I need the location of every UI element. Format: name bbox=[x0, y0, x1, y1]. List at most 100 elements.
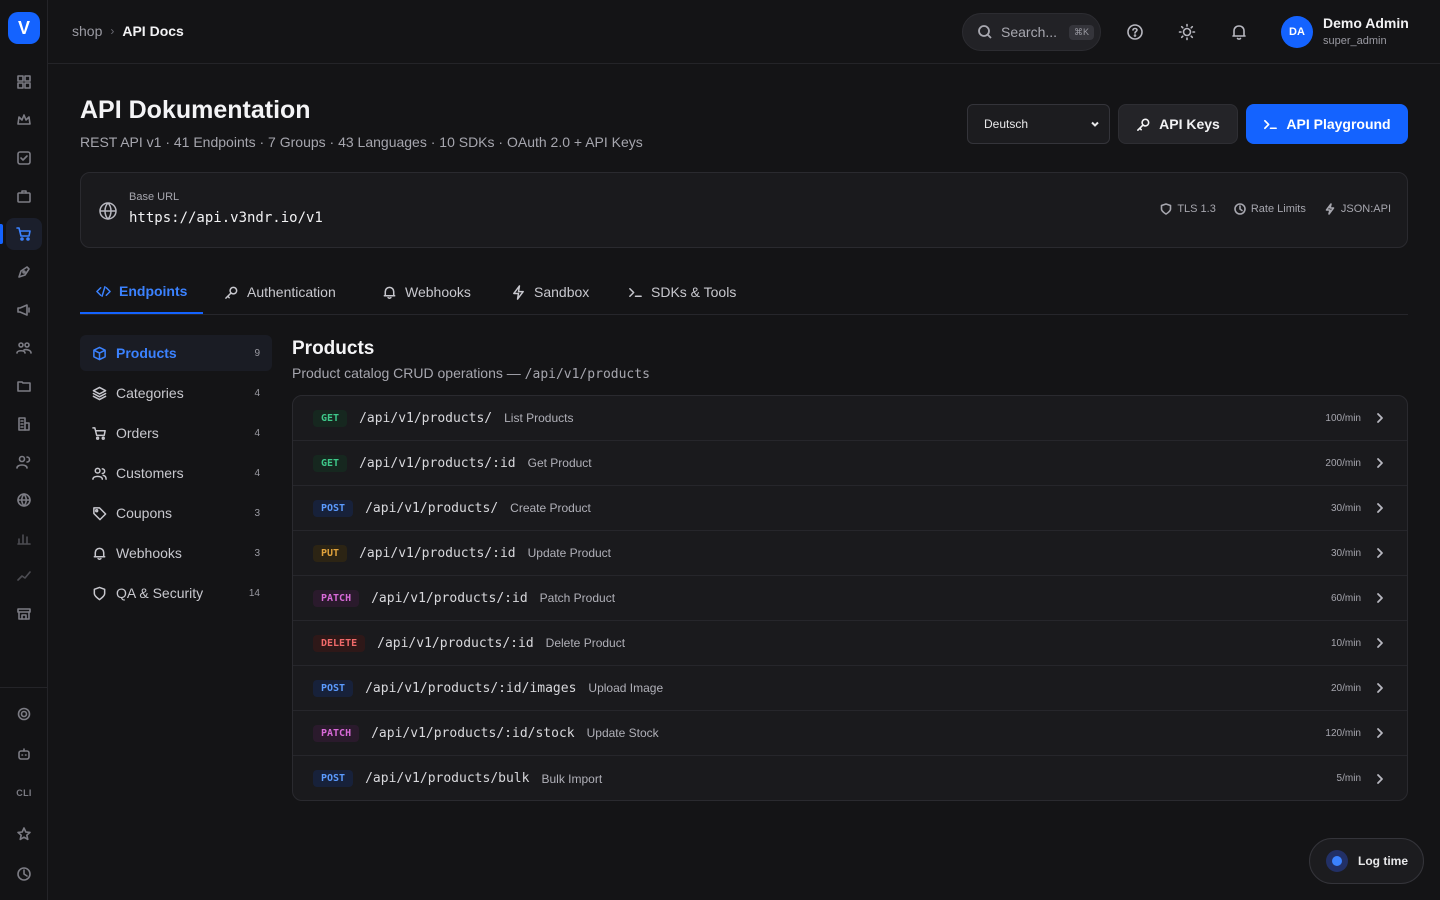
bell-icon[interactable] bbox=[1229, 22, 1249, 42]
endpoint-row[interactable]: PUT /api/v1/products/:id Update Product … bbox=[293, 531, 1407, 576]
group-item-count: 3 bbox=[254, 507, 260, 519]
method-badge: POST bbox=[313, 679, 354, 697]
tab-sandbox[interactable]: Sandbox bbox=[495, 270, 605, 314]
shield-icon bbox=[93, 586, 106, 600]
clock-icon[interactable] bbox=[14, 864, 34, 884]
check-square-icon[interactable] bbox=[14, 148, 34, 168]
chevron-right-icon bbox=[1373, 501, 1387, 515]
terminal-icon bbox=[629, 287, 642, 297]
tab-endpoints[interactable]: Endpoints bbox=[80, 270, 204, 314]
sun-icon[interactable] bbox=[1177, 22, 1197, 42]
endpoint-path: /api/v1/products/:id/images bbox=[365, 680, 577, 696]
method-badge: DELETE bbox=[313, 634, 366, 652]
method-badge: POST bbox=[313, 499, 354, 517]
sidebar-rail: V CLI bbox=[0, 0, 48, 900]
avatar[interactable]: DA bbox=[1281, 16, 1313, 48]
tab-sdks-tools[interactable]: SDKs & Tools bbox=[612, 270, 752, 314]
method-badge: GET bbox=[313, 454, 348, 472]
endpoint-path: /api/v1/products/:id/stock bbox=[371, 725, 575, 741]
globe-icon[interactable] bbox=[14, 490, 34, 510]
layers-icon bbox=[92, 386, 107, 400]
team-icon[interactable] bbox=[14, 338, 34, 358]
endpoint-rate-limit: 30/min bbox=[1330, 502, 1361, 514]
group-item-webhooks[interactable]: Webhooks 3 bbox=[80, 535, 272, 571]
folder-icon[interactable] bbox=[14, 376, 34, 396]
endpoint-rate-limit: 5/min bbox=[1336, 773, 1361, 784]
endpoint-row[interactable]: DELETE /api/v1/products/:id Delete Produ… bbox=[293, 621, 1407, 666]
endpoint-name: Patch Product bbox=[539, 591, 616, 605]
app-logo[interactable]: V bbox=[8, 12, 40, 44]
tab-authentication[interactable]: Authentication bbox=[208, 270, 352, 314]
help-icon[interactable] bbox=[1125, 22, 1145, 42]
endpoint-name: Bulk Import bbox=[541, 771, 603, 786]
cart-icon[interactable] bbox=[14, 224, 34, 244]
chevron-down-icon bbox=[1089, 118, 1101, 130]
building-icon[interactable] bbox=[14, 414, 34, 434]
dashboard-icon[interactable] bbox=[14, 72, 34, 92]
top-bar: shop › API Docs Search... ⌘K DA Demo Adm… bbox=[48, 0, 1440, 64]
shield-icon bbox=[1161, 203, 1172, 215]
breadcrumb-shop[interactable]: shop bbox=[72, 23, 102, 39]
store-icon[interactable] bbox=[14, 604, 34, 624]
language-select[interactable]: Deutsch bbox=[967, 104, 1110, 144]
endpoint-row[interactable]: GET /api/v1/products/ List Products 100/… bbox=[293, 396, 1407, 441]
endpoint-path: /api/v1/products/ bbox=[359, 410, 493, 426]
chevron-right-icon bbox=[1373, 591, 1387, 605]
timer-icon bbox=[1326, 850, 1348, 872]
user-role: super_admin bbox=[1323, 35, 1387, 47]
endpoint-name: Upload Image bbox=[588, 681, 664, 695]
base-url-value[interactable]: https://api.v3ndr.io/v1 bbox=[129, 210, 323, 226]
endpoint-path: /api/v1/products/ bbox=[365, 500, 499, 516]
group-item-label: Coupons bbox=[116, 505, 173, 521]
trend-icon[interactable] bbox=[14, 566, 34, 586]
group-item-orders[interactable]: Orders 4 bbox=[80, 415, 272, 451]
log-time-button[interactable]: Log time bbox=[1309, 838, 1424, 884]
robot-icon[interactable] bbox=[14, 744, 34, 764]
settings-icon[interactable] bbox=[14, 704, 34, 724]
tab-webhooks[interactable]: Webhooks bbox=[366, 270, 487, 314]
chevron-right-icon: › bbox=[110, 24, 115, 38]
endpoint-row[interactable]: POST /api/v1/products/ Create Product 30… bbox=[293, 486, 1407, 531]
endpoint-row[interactable]: POST /api/v1/products/bulk Bulk Import 5… bbox=[293, 756, 1407, 800]
group-item-count: 4 bbox=[254, 427, 260, 439]
api-keys-label: API Keys bbox=[1159, 116, 1220, 132]
endpoint-rate-limit: 60/min bbox=[1330, 592, 1361, 604]
users-icon[interactable] bbox=[14, 452, 34, 472]
pen-tool-icon[interactable] bbox=[14, 262, 34, 282]
endpoint-row[interactable]: POST /api/v1/products/:id/images Upload … bbox=[293, 666, 1407, 711]
crown-icon[interactable] bbox=[14, 110, 34, 130]
user-name[interactable]: Demo Admin bbox=[1323, 15, 1409, 31]
star-icon[interactable] bbox=[14, 824, 34, 844]
endpoint-name: List Products bbox=[504, 411, 574, 425]
endpoint-table: GET /api/v1/products/ List Products 100/… bbox=[292, 395, 1408, 801]
api-playground-button[interactable]: API Playground bbox=[1246, 104, 1408, 144]
terminal-icon bbox=[1264, 119, 1278, 129]
jsonapi-badge: JSON:API bbox=[1324, 203, 1391, 215]
group-item-categories[interactable]: Categories 4 bbox=[80, 375, 272, 411]
briefcase-icon[interactable] bbox=[14, 186, 34, 206]
megaphone-icon[interactable] bbox=[14, 300, 34, 320]
search-input[interactable]: Search... ⌘K bbox=[962, 13, 1101, 51]
group-item-coupons[interactable]: Coupons 3 bbox=[80, 495, 272, 531]
tls-label: TLS 1.3 bbox=[1177, 203, 1216, 215]
users-icon bbox=[92, 467, 107, 480]
bar-chart-icon[interactable] bbox=[14, 528, 34, 548]
group-item-customers[interactable]: Customers 4 bbox=[80, 455, 272, 491]
group-item-products[interactable]: Products 9 bbox=[80, 335, 272, 371]
language-selected: Deutsch bbox=[984, 117, 1029, 131]
cli-label[interactable]: CLI bbox=[0, 788, 48, 798]
api-keys-button[interactable]: API Keys bbox=[1118, 104, 1238, 144]
endpoint-row[interactable]: PATCH /api/v1/products/:id Patch Product… bbox=[293, 576, 1407, 621]
tab-authentication-label: Authentication bbox=[247, 284, 336, 300]
endpoint-path: /api/v1/products/:id bbox=[359, 455, 516, 471]
endpoint-path: /api/v1/products/:id bbox=[359, 545, 516, 561]
endpoint-name: Update Product bbox=[527, 546, 611, 560]
bell-icon bbox=[93, 547, 106, 560]
endpoint-rate-limit: 20/min bbox=[1330, 682, 1361, 694]
tab-bar: Endpoints Authentication Webhooks Sandbo… bbox=[80, 270, 1408, 315]
group-item-qa-security[interactable]: QA & Security 14 bbox=[80, 575, 272, 611]
tls-badge: TLS 1.3 bbox=[1160, 203, 1216, 215]
endpoint-row[interactable]: GET /api/v1/products/:id Get Product 200… bbox=[293, 441, 1407, 486]
endpoint-row[interactable]: PATCH /api/v1/products/:id/stock Update … bbox=[293, 711, 1407, 756]
section-subtitle: Product catalog CRUD operations — /api/v… bbox=[292, 365, 650, 382]
